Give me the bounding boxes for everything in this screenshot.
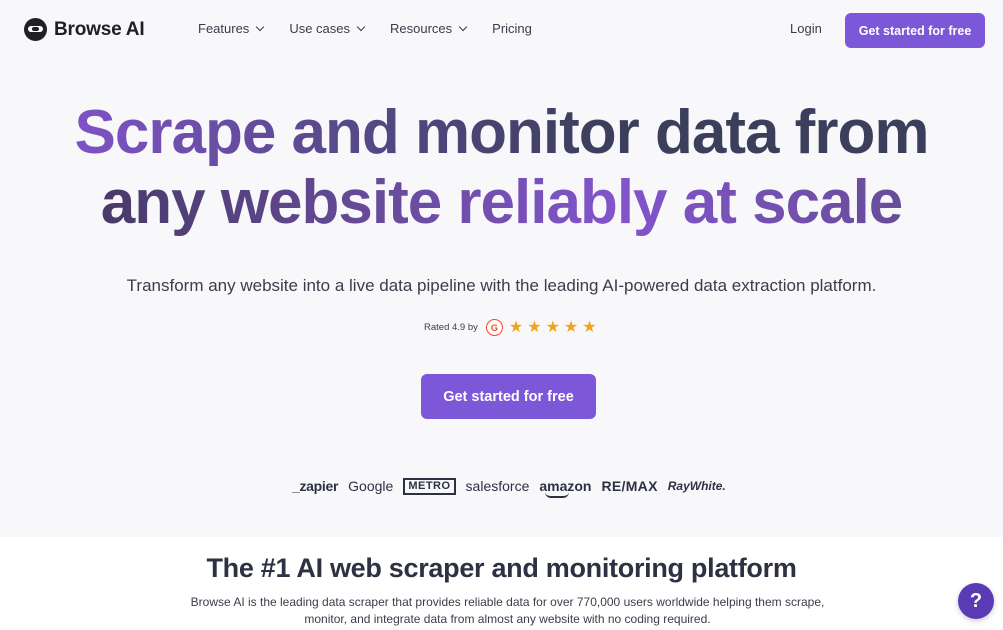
main-menu: Features Use cases Resources Pricing <box>198 21 558 36</box>
menu-item-label: Use cases <box>289 21 351 36</box>
star-icon: ★ <box>582 318 597 336</box>
metro-logo: METRO <box>403 477 456 495</box>
menu-item-label: Pricing <box>492 21 532 36</box>
hero-get-started-button[interactable]: Get started for free <box>421 374 596 419</box>
g2-icon: G <box>485 319 503 336</box>
headline-line-1: Scrape and monitor data from <box>0 98 1003 168</box>
headline-line-2: any website reliably at scale <box>0 168 1003 238</box>
menu-item-label: Features <box>198 21 250 36</box>
section-title: The #1 AI web scraper and monitoring pla… <box>206 553 797 583</box>
star-icon: ★ <box>563 318 579 336</box>
chevron-down-icon <box>256 22 265 32</box>
menu-item-resources[interactable]: Resources <box>390 21 468 36</box>
section-description: Browse AI is the leading data scraper th… <box>190 595 825 626</box>
google-logo: Google <box>348 478 394 494</box>
star-icon: ★ <box>527 318 542 336</box>
star-rating: ★ ★ ★ ★ ★ <box>508 318 597 336</box>
top-navigation: Browse AI Features Use cases Resources P… <box>0 0 1003 60</box>
remax-logo: RE/MAX <box>601 478 658 494</box>
rating-row: Rated 4.9 by G ★ ★ ★ ★ ★ <box>424 319 597 336</box>
browse-ai-logo-icon <box>24 18 47 41</box>
star-icon: ★ <box>545 318 560 336</box>
brand-name: Browse AI <box>54 18 145 40</box>
customer-logos: _zapier Google METRO salesforce amazon R… <box>292 476 736 498</box>
star-icon: ★ <box>508 318 524 336</box>
login-link[interactable]: Login <box>790 21 822 36</box>
hero-headline: Scrape and monitor data from any website… <box>0 98 1003 238</box>
menu-item-label: Resources <box>390 21 453 36</box>
hero-subtitle: Transform any website into a live data p… <box>126 276 877 295</box>
brand-logo[interactable]: Browse AI <box>24 18 145 41</box>
get-started-button[interactable]: Get started for free <box>845 13 985 48</box>
platform-section: The #1 AI web scraper and monitoring pla… <box>0 537 1003 630</box>
help-chat-button[interactable]: ? <box>958 583 994 619</box>
amazon-logo: amazon <box>539 478 592 498</box>
menu-item-use-cases[interactable]: Use cases <box>289 21 366 36</box>
zapier-logo: _zapier <box>292 478 339 494</box>
salesforce-logo: salesforce <box>465 478 530 494</box>
chevron-down-icon <box>458 22 468 32</box>
raywhite-logo: RayWhite. <box>667 479 726 493</box>
chevron-down-icon <box>356 22 366 32</box>
rating-text: Rated 4.9 by <box>424 322 478 333</box>
menu-item-features[interactable]: Features <box>198 21 265 36</box>
menu-item-pricing[interactable]: Pricing <box>492 21 532 36</box>
